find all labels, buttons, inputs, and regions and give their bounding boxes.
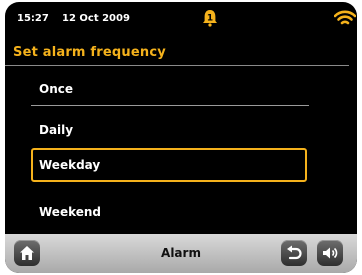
status-bar: 15:27 12 Oct 2009 1 [5,2,357,30]
volume-icon [323,247,338,259]
clock-date: 12 Oct 2009 [62,13,130,24]
alarm-bell-icon: 1 [203,10,217,27]
option-weekday-selected[interactable]: Weekday [31,148,307,182]
wifi-icon [334,10,356,25]
page-title: Set alarm frequency [13,45,166,60]
alarm-badge-number: 1 [207,14,213,24]
list-divider [31,105,309,106]
option-weekend[interactable]: Weekend [31,195,307,229]
bottom-bar: Alarm [5,234,357,273]
back-icon [287,245,302,260]
device-screen: 15:27 12 Oct 2009 1 Set alarm frequency … [5,2,357,273]
option-daily[interactable]: Daily [31,113,307,147]
volume-button[interactable] [317,240,343,266]
back-button[interactable] [281,240,307,266]
title-divider [5,65,349,66]
option-once[interactable]: Once [31,72,307,106]
clock-time: 15:27 [17,13,49,24]
